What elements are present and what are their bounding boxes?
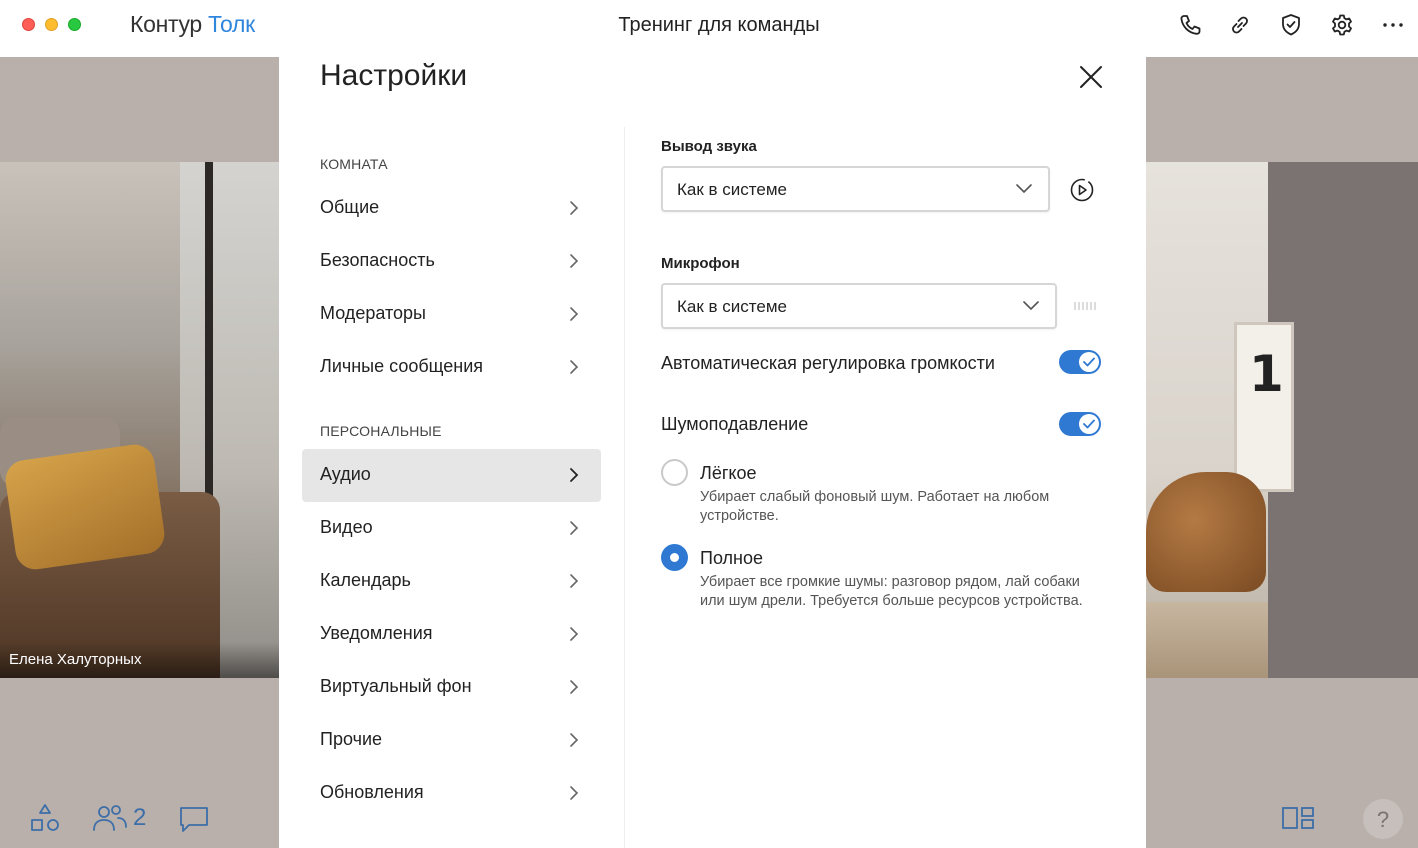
chevron-right-icon: [570, 786, 579, 800]
participants-count: 2: [133, 804, 147, 831]
tile-background-detail-3: [1146, 472, 1266, 592]
check-icon: [1083, 419, 1095, 429]
nav-item-label: Виртуальный фон: [320, 676, 472, 696]
video-tile-participant[interactable]: Елена Халуторных: [0, 162, 280, 678]
nav-item-label: Общие: [320, 197, 380, 217]
check-icon: [1083, 357, 1095, 367]
mic-select[interactable]: Как в системе: [661, 283, 1057, 329]
output-label: Вывод звука: [661, 138, 757, 155]
nav-item-general[interactable]: Общие: [302, 182, 601, 235]
phone-icon[interactable]: [1177, 12, 1203, 38]
chevron-right-icon: [570, 360, 579, 374]
nav-item-label: Безопасность: [320, 250, 435, 270]
tile-background-detail-4: [3, 442, 167, 572]
nav-item-calendar[interactable]: Календарь: [302, 555, 601, 608]
chevron-down-icon: [1023, 301, 1039, 311]
nav-item-label: Аудио: [320, 464, 371, 484]
chevron-right-icon: [570, 468, 579, 482]
shapes-icon[interactable]: [29, 802, 61, 834]
toggle-knob: [1079, 352, 1099, 372]
mic-label: Микрофон: [661, 255, 740, 272]
layout-icon[interactable]: [1281, 806, 1315, 832]
output-select-value: Как в системе: [677, 180, 787, 199]
agc-toggle[interactable]: [1059, 350, 1101, 374]
chevron-right-icon: [570, 201, 579, 215]
nav-item-label: Модераторы: [320, 303, 426, 323]
pane-divider: [624, 127, 625, 848]
section-room-label: КОМНАТА: [320, 156, 388, 172]
chevron-right-icon: [570, 307, 579, 321]
noise-option-full-title: Полное: [700, 548, 764, 568]
chevron-right-icon: [570, 680, 579, 694]
noise-option-light-title: Лёгкое: [700, 463, 757, 483]
section-personal-label: ПЕРСОНАЛЬНЫЕ: [320, 423, 442, 439]
nav-item-security[interactable]: Безопасность: [302, 235, 601, 288]
nav-item-label: Прочие: [320, 729, 383, 749]
video-tile-self[interactable]: 1: [1146, 162, 1418, 678]
play-test-sound-icon[interactable]: [1069, 177, 1095, 203]
nav-item-label: Личные сообщения: [320, 356, 484, 376]
nav-item-updates[interactable]: Обновления: [302, 767, 601, 820]
nav-item-label: Уведомления: [320, 623, 433, 643]
noise-suppression-label: Шумоподавление: [661, 414, 809, 434]
noise-suppression-toggle[interactable]: [1059, 412, 1101, 436]
mic-level-indicator: [1074, 302, 1096, 310]
link-icon[interactable]: [1227, 12, 1253, 38]
title-bar: Контур Толк Тренинг для команды: [0, 0, 1418, 57]
chevron-right-icon: [570, 521, 579, 535]
nav-item-other[interactable]: Прочие: [302, 714, 601, 767]
chevron-right-icon: [570, 574, 579, 588]
participant-name: Елена Халуторных: [9, 651, 142, 668]
nav-item-moderators[interactable]: Модераторы: [302, 288, 601, 341]
more-icon[interactable]: [1380, 12, 1406, 38]
chevron-right-icon: [570, 733, 579, 747]
nav-item-private-messages[interactable]: Личные сообщения: [302, 341, 601, 394]
output-select[interactable]: Как в системе: [661, 166, 1050, 212]
toggle-knob: [1079, 414, 1099, 434]
tile-background-detail-2: 1: [1234, 322, 1294, 492]
mic-select-value: Как в системе: [677, 297, 787, 316]
nav-item-audio[interactable]: Аудио: [302, 449, 601, 502]
noise-option-light-description: Убирает слабый фоновый шум. Работает на …: [700, 489, 1050, 524]
help-icon[interactable]: ?: [1363, 799, 1403, 839]
nav-item-virtual-background[interactable]: Виртуальный фон: [302, 661, 601, 714]
nav-item-notifications[interactable]: Уведомления: [302, 608, 601, 661]
agc-label: Автоматическая регулировка громкости: [661, 353, 995, 373]
nav-item-label: Обновления: [320, 782, 424, 802]
participant-name-bar: Елена Халуторных: [0, 642, 280, 678]
participants-icon[interactable]: [92, 803, 128, 833]
noise-option-full-description: Убирает все громкие шумы: разговор рядом…: [700, 574, 1083, 609]
chat-icon[interactable]: [178, 804, 210, 834]
chevron-down-icon: [1016, 184, 1032, 194]
dialog-title: Настройки: [320, 59, 468, 92]
nav-item-label: Календарь: [320, 570, 411, 590]
settings-dialog: Настройки КОМНАТА Общие Безопасность Мод…: [279, 57, 1146, 848]
close-icon[interactable]: [1077, 63, 1105, 91]
noise-option-full-radio[interactable]: [661, 544, 688, 571]
nav-item-label: Видео: [320, 517, 373, 537]
nav-item-video[interactable]: Видео: [302, 502, 601, 555]
help-label: ?: [1377, 807, 1389, 832]
window-title: Тренинг для команды: [618, 14, 820, 36]
chevron-right-icon: [570, 254, 579, 268]
noise-option-light-radio[interactable]: [661, 459, 688, 486]
shield-check-icon[interactable]: [1278, 12, 1304, 38]
gear-icon[interactable]: [1329, 12, 1355, 38]
chevron-right-icon: [570, 627, 579, 641]
